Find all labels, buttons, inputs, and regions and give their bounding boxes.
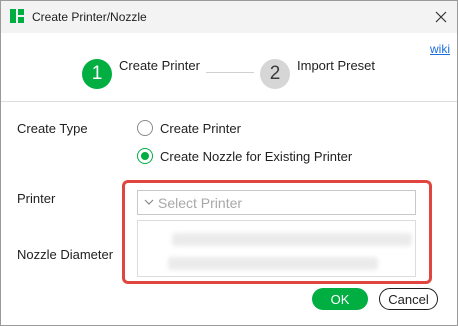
step-1-number: 1 (82, 59, 112, 89)
create-type-label: Create Type (17, 121, 88, 136)
radio-create-printer[interactable] (137, 120, 153, 136)
cancel-button[interactable]: Cancel (379, 288, 438, 310)
redacted-list-item[interactable] (168, 257, 378, 270)
create-printer-nozzle-dialog: Create Printer/Nozzle wiki 1 Create Prin… (0, 0, 458, 326)
step-1-label: Create Printer (119, 58, 200, 73)
wiki-link[interactable]: wiki (430, 42, 450, 56)
close-button[interactable] (425, 1, 457, 33)
ok-button[interactable]: OK (312, 288, 368, 310)
radio-create-printer-label[interactable]: Create Printer (160, 121, 241, 136)
step-2-label: Import Preset (297, 58, 376, 73)
printer-label: Printer (17, 191, 56, 206)
step-2: 2 (260, 59, 290, 89)
app-logo-icon (10, 9, 24, 23)
header-divider (1, 101, 457, 102)
radio-create-nozzle[interactable] (137, 148, 153, 164)
printer-dropdown-list[interactable] (137, 220, 416, 277)
step-1: 1 (82, 59, 112, 89)
nozzle-diameter-label: Nozzle Diameter (17, 247, 114, 262)
window-title: Create Printer/Nozzle (32, 10, 147, 24)
close-icon (435, 11, 447, 23)
step-2-number: 2 (260, 59, 290, 89)
step-connector (206, 72, 254, 73)
chevron-down-icon (144, 199, 154, 205)
printer-select-placeholder: Select Printer (158, 195, 243, 211)
printer-select[interactable]: Select Printer (137, 190, 416, 215)
title-bar: Create Printer/Nozzle (1, 1, 457, 33)
radio-create-nozzle-label[interactable]: Create Nozzle for Existing Printer (160, 149, 352, 164)
redacted-list-item[interactable] (172, 233, 412, 246)
